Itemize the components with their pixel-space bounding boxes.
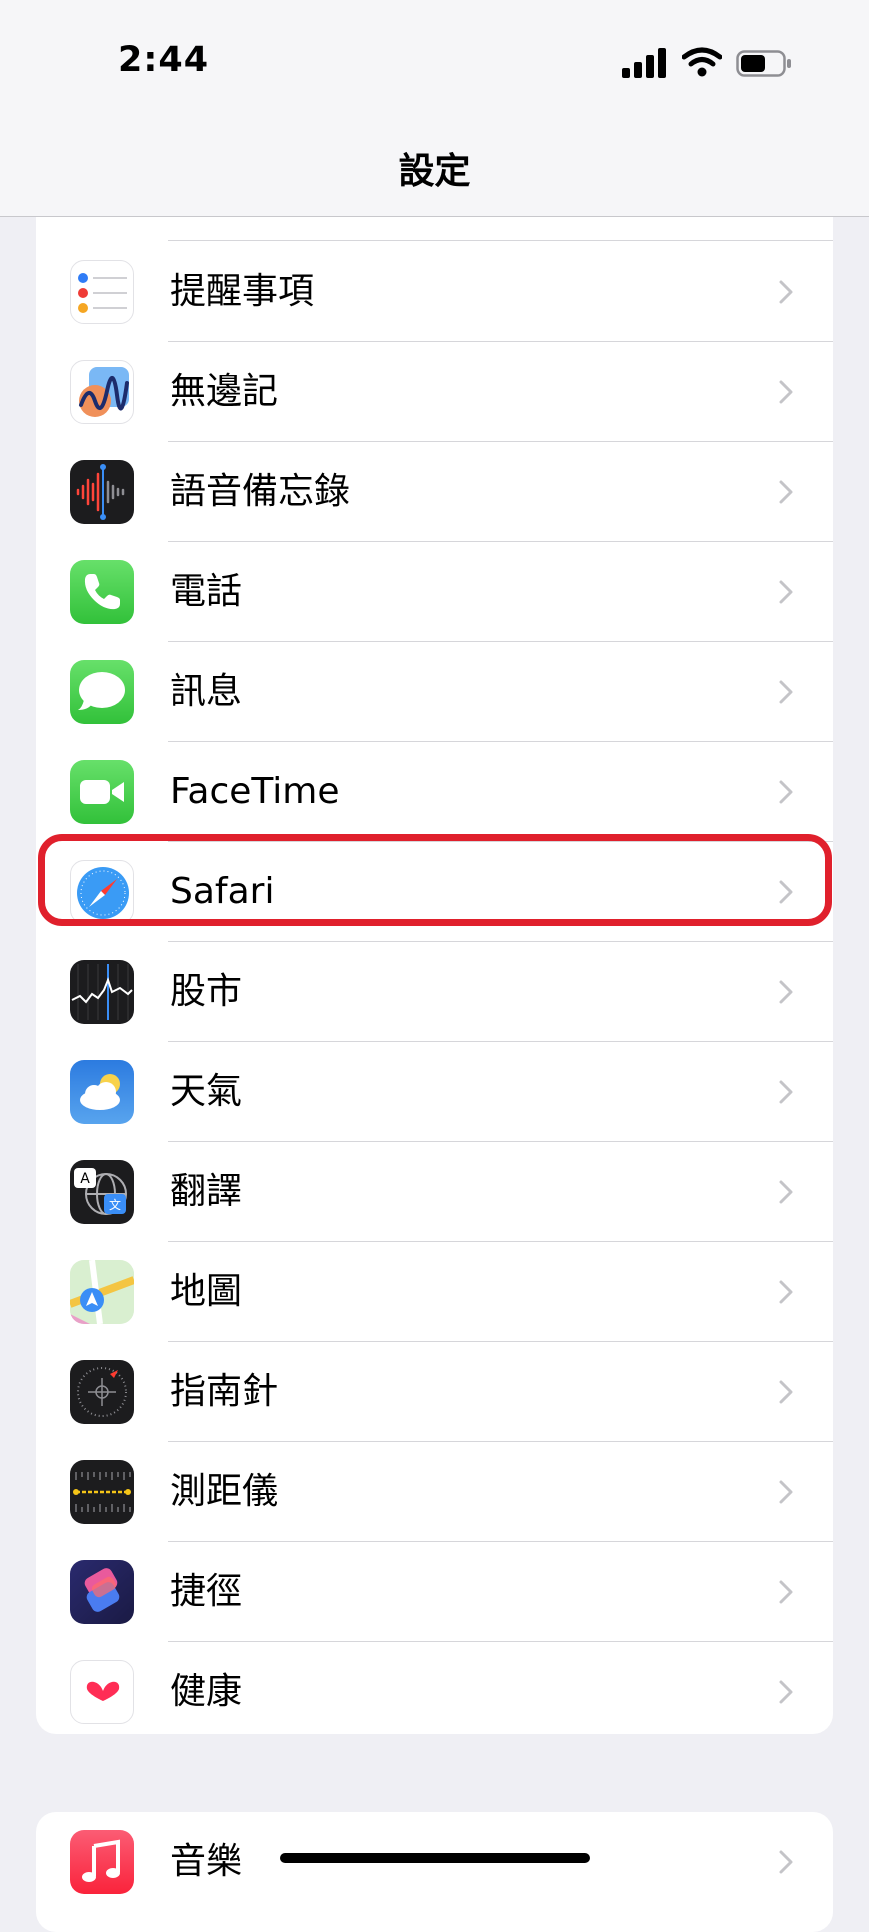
- row-label: 提醒事項: [170, 271, 315, 312]
- weather-icon: [70, 1060, 134, 1124]
- row-label: 電話: [170, 571, 243, 612]
- row-label: 健康: [170, 1671, 243, 1712]
- measure-icon: [70, 1460, 134, 1524]
- maps-icon: [70, 1260, 134, 1324]
- chevron-right-icon: [779, 980, 793, 1004]
- chevron-right-icon: [779, 1580, 793, 1604]
- settings-row-maps[interactable]: 地圖: [36, 1242, 833, 1342]
- reminders-icon: [70, 260, 134, 324]
- stocks-icon: [70, 960, 134, 1024]
- chevron-right-icon: [779, 280, 793, 304]
- chevron-right-icon: [779, 480, 793, 504]
- svg-text:A: A: [80, 1171, 90, 1187]
- chevron-right-icon: [779, 580, 793, 604]
- row-label: 翻譯: [170, 1171, 243, 1212]
- settings-row-translate[interactable]: A 文 翻譯: [36, 1142, 833, 1242]
- chevron-right-icon: [779, 1480, 793, 1504]
- wifi-icon: [682, 47, 722, 77]
- chevron-right-icon: [779, 1280, 793, 1304]
- chevron-right-icon: [779, 1180, 793, 1204]
- facetime-icon: [70, 760, 134, 824]
- status-time: 2:44: [118, 40, 210, 80]
- safari-highlight-box: [38, 834, 832, 926]
- chevron-right-icon: [779, 680, 793, 704]
- compass-icon: [70, 1360, 134, 1424]
- chevron-right-icon: [779, 1680, 793, 1704]
- row-label: 股市: [170, 971, 243, 1012]
- chevron-right-icon: [779, 1380, 793, 1404]
- health-icon: [70, 1660, 134, 1724]
- status-bar: 2:44: [0, 0, 869, 120]
- settings-group-media: 音樂: [36, 1812, 833, 1932]
- settings-row-weather[interactable]: 天氣: [36, 1042, 833, 1142]
- row-label: 測距儀: [170, 1471, 279, 1512]
- row-label: 地圖: [170, 1271, 243, 1312]
- shortcuts-icon: [70, 1560, 134, 1624]
- settings-group-apps: 提醒事項 無邊記 語音備忘錄 電話 訊息 FaceTime Safari 股市 …: [36, 160, 833, 1734]
- settings-row-health[interactable]: 健康: [36, 1642, 833, 1734]
- navigation-bar: 設定: [0, 120, 869, 217]
- settings-row-shortcuts[interactable]: 捷徑: [36, 1542, 833, 1642]
- chevron-right-icon: [779, 780, 793, 804]
- row-label: 訊息: [170, 671, 243, 712]
- settings-row-reminders[interactable]: 提醒事項: [36, 242, 833, 342]
- settings-row-stocks[interactable]: 股市: [36, 942, 833, 1042]
- cellular-signal-icon: [622, 48, 668, 78]
- row-label: 指南針: [170, 1371, 279, 1412]
- row-label: FaceTime: [170, 771, 340, 812]
- freeform-icon: [70, 360, 134, 424]
- svg-text:文: 文: [109, 1197, 121, 1212]
- settings-row-facetime[interactable]: FaceTime: [36, 742, 833, 842]
- row-label: 無邊記: [170, 371, 279, 412]
- settings-row-phone[interactable]: 電話: [36, 542, 833, 642]
- page-title: 設定: [398, 151, 471, 192]
- settings-row-voice-memos[interactable]: 語音備忘錄: [36, 442, 833, 542]
- settings-row-compass[interactable]: 指南針: [36, 1342, 833, 1442]
- settings-row-freeform[interactable]: 無邊記: [36, 342, 833, 442]
- row-label: 音樂: [170, 1841, 243, 1882]
- row-label: 天氣: [170, 1071, 243, 1112]
- chevron-right-icon: [779, 1080, 793, 1104]
- chevron-right-icon: [779, 380, 793, 404]
- phone-icon: [70, 560, 134, 624]
- voice-memos-icon: [70, 460, 134, 524]
- battery-icon: [736, 50, 791, 77]
- settings-row-messages[interactable]: 訊息: [36, 642, 833, 742]
- messages-icon: [70, 660, 134, 724]
- settings-row-measure[interactable]: 測距儀: [36, 1442, 833, 1542]
- translate-icon: A 文: [70, 1160, 134, 1224]
- music-icon: [70, 1830, 134, 1894]
- row-label: 語音備忘錄: [170, 471, 351, 512]
- home-indicator[interactable]: [280, 1853, 590, 1863]
- separator: [168, 240, 833, 241]
- row-label: 捷徑: [170, 1571, 243, 1612]
- chevron-right-icon: [779, 1850, 793, 1874]
